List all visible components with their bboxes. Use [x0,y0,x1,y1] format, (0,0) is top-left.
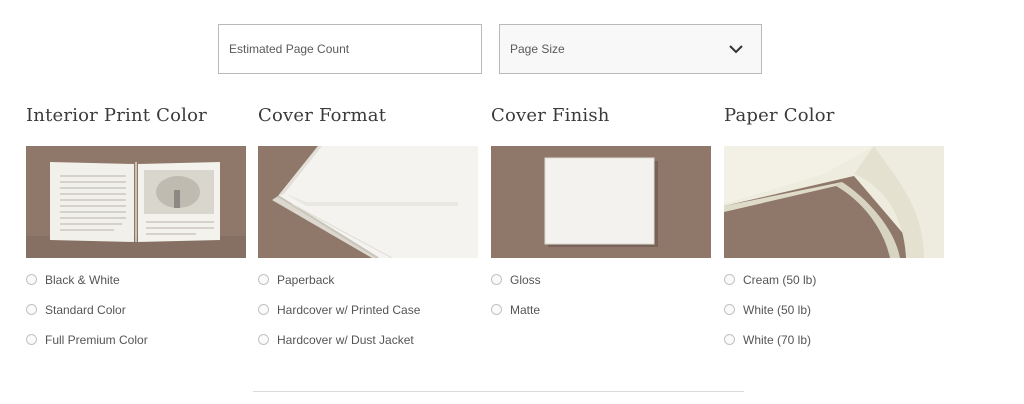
option-label: Standard Color [45,303,126,317]
option-label: White (70 lb) [743,333,812,347]
section-title: Paper Color [724,105,835,126]
radio-button[interactable] [491,274,502,285]
radio-button[interactable] [724,304,735,315]
chevron-down-icon [729,44,743,53]
option-label: White (50 lb) [743,303,812,317]
option-label: Hardcover w/ Printed Case [277,303,421,317]
interior-print-color-section: Interior Print Color Black & White Stand… [26,104,246,347]
section-title: Cover Format [258,105,387,126]
hardcover-spine-image [258,146,478,258]
section-title: Interior Print Color [26,105,207,126]
cover-finish-image [491,146,711,258]
radio-button[interactable] [258,274,269,285]
page-size-select[interactable]: Page Size [499,24,762,74]
radio-button[interactable] [491,304,502,315]
options-list: Paperback Hardcover w/ Printed Case Hard… [258,273,420,363]
option-cream-50lb[interactable]: Cream (50 lb) [724,273,816,303]
radio-button[interactable] [258,334,269,345]
print-options-page: Page Size Interior Print Color [0,0,1024,404]
option-label: Black & White [45,273,120,287]
option-matte[interactable]: Matte [491,303,541,333]
estimated-page-count-field[interactable] [218,24,482,74]
radio-button[interactable] [724,334,735,345]
open-book-image [26,146,246,258]
option-label: Matte [510,303,541,317]
radio-button[interactable] [26,334,37,345]
radio-button[interactable] [26,274,37,285]
option-black-white[interactable]: Black & White [26,273,148,303]
option-label: Full Premium Color [45,333,148,347]
section-title: Cover Finish [491,105,610,126]
estimated-page-count-input[interactable] [229,42,481,56]
option-label: Paperback [277,273,335,287]
options-list: Black & White Standard Color Full Premiu… [26,273,148,363]
option-gloss[interactable]: Gloss [491,273,541,303]
radio-button[interactable] [26,304,37,315]
paper-color-section: Paper Color Cream (50 lb) White (50 lb) [724,104,944,347]
option-standard-color[interactable]: Standard Color [26,303,148,333]
option-hardcover-dust-jacket[interactable]: Hardcover w/ Dust Jacket [258,333,420,363]
option-paperback[interactable]: Paperback [258,273,420,303]
option-hardcover-printed-case[interactable]: Hardcover w/ Printed Case [258,303,420,333]
paper-stack-image [724,146,944,258]
radio-button[interactable] [724,274,735,285]
options-list: Cream (50 lb) White (50 lb) White (70 lb… [724,273,816,363]
radio-button[interactable] [258,304,269,315]
divider [253,391,744,392]
option-label: Hardcover w/ Dust Jacket [277,333,414,347]
cover-format-section: Cover Format Paperback Hardcover w/ Prin… [258,104,478,347]
cover-finish-section: Cover Finish Gloss Matte [491,104,711,317]
options-list: Gloss Matte [491,273,541,333]
option-label: Gloss [510,273,541,287]
option-label: Cream (50 lb) [743,273,817,287]
option-white-50lb[interactable]: White (50 lb) [724,303,816,333]
option-white-70lb[interactable]: White (70 lb) [724,333,816,363]
option-full-premium-color[interactable]: Full Premium Color [26,333,148,363]
page-size-label: Page Size [510,42,565,56]
